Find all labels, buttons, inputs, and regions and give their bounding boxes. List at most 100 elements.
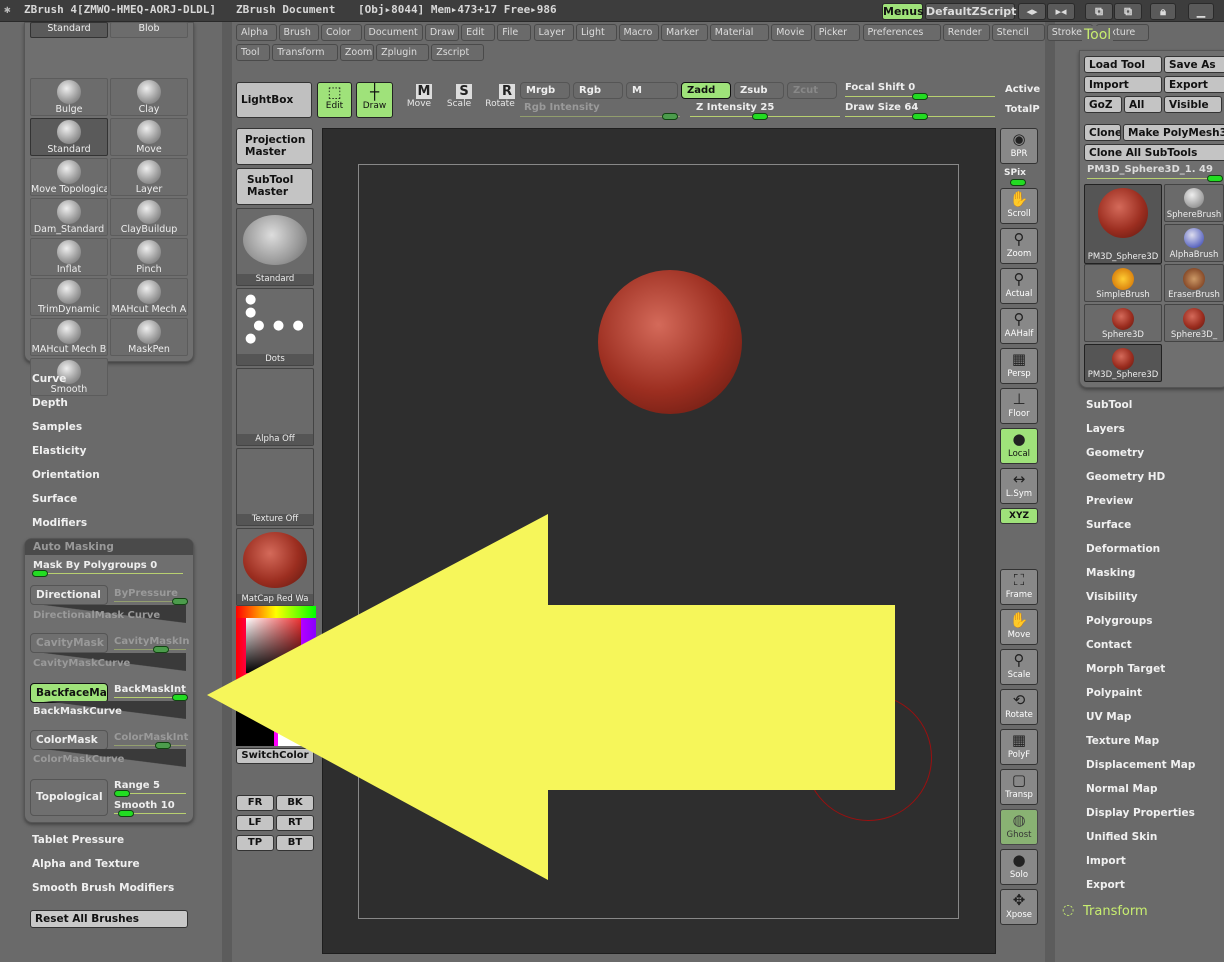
- brush-item[interactable]: Move Topological: [30, 158, 108, 196]
- menu-stencil[interactable]: Stencil: [991, 24, 1045, 41]
- color-mask-button[interactable]: ColorMask: [30, 730, 108, 750]
- menu-zplugin[interactable]: Zplugin: [376, 44, 430, 61]
- tool-menu-layers[interactable]: Layers: [1086, 423, 1125, 435]
- color-picker[interactable]: [236, 606, 316, 746]
- submenu-item[interactable]: Smooth Brush Modifiers: [32, 882, 174, 894]
- rgb-button[interactable]: Rgb: [573, 82, 623, 99]
- tool-menu-export[interactable]: Export: [1086, 879, 1125, 891]
- brush-item[interactable]: Move: [110, 118, 188, 156]
- floor-button[interactable]: ⊥ Floor: [1000, 388, 1038, 424]
- brush-item[interactable]: MAHcut Mech B: [30, 318, 108, 356]
- mask-by-polygroups-slider[interactable]: [33, 573, 183, 574]
- right-tray-divider[interactable]: [1045, 22, 1055, 962]
- tool-slider[interactable]: [1087, 178, 1222, 179]
- tool-menu-deformation[interactable]: Deformation: [1086, 543, 1160, 555]
- transp-button[interactable]: ▢ Transp: [1000, 769, 1038, 805]
- aahalf-button[interactable]: ⚲ AAHalf: [1000, 308, 1038, 344]
- slider-knob[interactable]: [912, 93, 928, 100]
- local-button[interactable]: ● Local: [1000, 428, 1038, 464]
- all-button[interactable]: All: [1124, 96, 1162, 113]
- view-bk-button[interactable]: BK: [276, 795, 314, 811]
- minimize-icon[interactable]: ▁: [1188, 3, 1214, 20]
- tool-menu-visibility[interactable]: Visibility: [1086, 591, 1138, 603]
- tool-panel-title[interactable]: Tool: [1082, 26, 1114, 44]
- alpha-thumbnail[interactable]: Alpha Off: [236, 368, 314, 446]
- brush-item[interactable]: TrimDynamic: [30, 278, 108, 316]
- zoom-button[interactable]: ⚲ Zoom: [1000, 228, 1038, 264]
- brush-item[interactable]: Standard: [30, 22, 108, 38]
- zadd-button[interactable]: Zadd: [681, 82, 731, 99]
- zcut-button[interactable]: Zcut: [787, 82, 837, 99]
- slider-knob[interactable]: [912, 113, 928, 120]
- clone-button[interactable]: Clone: [1084, 124, 1121, 141]
- topological-button[interactable]: Topological: [30, 779, 108, 816]
- clone-all-subtools-button[interactable]: Clone All SubTools: [1084, 144, 1224, 161]
- rgb-intensity-slider[interactable]: [520, 116, 680, 117]
- menu-preferences[interactable]: Preferences: [862, 24, 941, 41]
- tool-menu-display-properties[interactable]: Display Properties: [1086, 807, 1195, 819]
- brush-item[interactable]: Inflat: [30, 238, 108, 276]
- brush-item[interactable]: MaskPen: [110, 318, 188, 356]
- menu-light[interactable]: Light: [576, 24, 617, 41]
- menu-marker[interactable]: Marker: [661, 24, 708, 41]
- xyz-button[interactable]: XYZ: [1000, 508, 1038, 524]
- polyf-button[interactable]: ▦ PolyF: [1000, 729, 1038, 765]
- lsym-button[interactable]: ↔ L.Sym: [1000, 468, 1038, 504]
- save-as-button[interactable]: Save As: [1164, 56, 1224, 73]
- backface-mask-button[interactable]: BackfaceMas: [30, 683, 108, 703]
- submenu-item[interactable]: Tablet Pressure: [32, 834, 124, 846]
- lightbox-button[interactable]: LightBox: [236, 82, 312, 118]
- zsub-button[interactable]: Zsub: [734, 82, 784, 99]
- rotate-button[interactable]: ⟲ Rotate: [1000, 689, 1038, 725]
- texture-thumbnail[interactable]: Texture Off: [236, 448, 314, 526]
- slider-knob[interactable]: [172, 598, 188, 605]
- scale-button[interactable]: ⚲ Scale: [1000, 649, 1038, 685]
- actual-button[interactable]: ⚲ Actual: [1000, 268, 1038, 304]
- menu-picker[interactable]: Picker: [813, 24, 861, 41]
- document-canvas[interactable]: [322, 128, 996, 954]
- frame-button[interactable]: ⛶ Frame: [1000, 569, 1038, 605]
- tool-menu-geometry-hd[interactable]: Geometry HD: [1086, 471, 1165, 483]
- tool-menu-uv-map[interactable]: UV Map: [1086, 711, 1131, 723]
- tool-menu-contact[interactable]: Contact: [1086, 639, 1132, 651]
- current-brush-thumbnail[interactable]: Standard: [236, 208, 314, 286]
- tool-menu-polypaint[interactable]: Polypaint: [1086, 687, 1142, 699]
- view-rt-button[interactable]: RT: [276, 815, 314, 831]
- view-fr-button[interactable]: FR: [236, 795, 274, 811]
- scroll-button[interactable]: ✋ Scroll: [1000, 188, 1038, 224]
- tool-menu-polygroups[interactable]: Polygroups: [1086, 615, 1153, 627]
- slider-knob[interactable]: [153, 646, 169, 653]
- menu-edit[interactable]: Edit: [461, 24, 496, 41]
- view-tp-button[interactable]: TP: [236, 835, 274, 851]
- scale-button[interactable]: S Scale: [442, 84, 476, 109]
- tool-menu-preview[interactable]: Preview: [1086, 495, 1133, 507]
- tool-menu-import[interactable]: Import: [1086, 855, 1126, 867]
- import-button[interactable]: Import: [1084, 76, 1162, 93]
- slider-knob[interactable]: [662, 113, 678, 120]
- cavity-mask-button[interactable]: CavityMask: [30, 633, 108, 653]
- tool-menu-normal-map[interactable]: Normal Map: [1086, 783, 1158, 795]
- m-button[interactable]: M: [626, 82, 678, 99]
- spix-slider[interactable]: [1010, 179, 1026, 186]
- slider-knob[interactable]: [114, 790, 130, 797]
- mrgb-button[interactable]: Mrgb: [520, 82, 570, 99]
- make-polymesh-button[interactable]: Make PolyMesh3D: [1123, 124, 1224, 141]
- tool-thumbnail[interactable]: PM3D_Sphere3D: [1084, 184, 1162, 264]
- menu-file[interactable]: File: [497, 24, 532, 41]
- export-button[interactable]: Export: [1164, 76, 1224, 93]
- left-tray-divider[interactable]: [222, 22, 232, 962]
- load-tool-button[interactable]: Load Tool: [1084, 56, 1162, 73]
- menu-material[interactable]: Material: [709, 24, 770, 41]
- tool-menu-surface[interactable]: Surface: [1086, 519, 1131, 531]
- slider-knob[interactable]: [172, 694, 188, 701]
- persp-button[interactable]: ▦ Persp: [1000, 348, 1038, 384]
- brush-item[interactable]: ClayBuildup: [110, 198, 188, 236]
- slider-knob[interactable]: [32, 570, 48, 577]
- menu-transform[interactable]: Transform: [272, 44, 338, 61]
- tool-thumbnail[interactable]: SphereBrush: [1164, 184, 1224, 222]
- rotate-button[interactable]: R Rotate: [483, 84, 517, 109]
- edit-button[interactable]: ⬚ Edit: [317, 82, 352, 118]
- visible-button[interactable]: Visible: [1164, 96, 1222, 113]
- menu-tool[interactable]: Tool: [236, 44, 271, 61]
- tool-thumbnail[interactable]: EraserBrush: [1164, 264, 1224, 302]
